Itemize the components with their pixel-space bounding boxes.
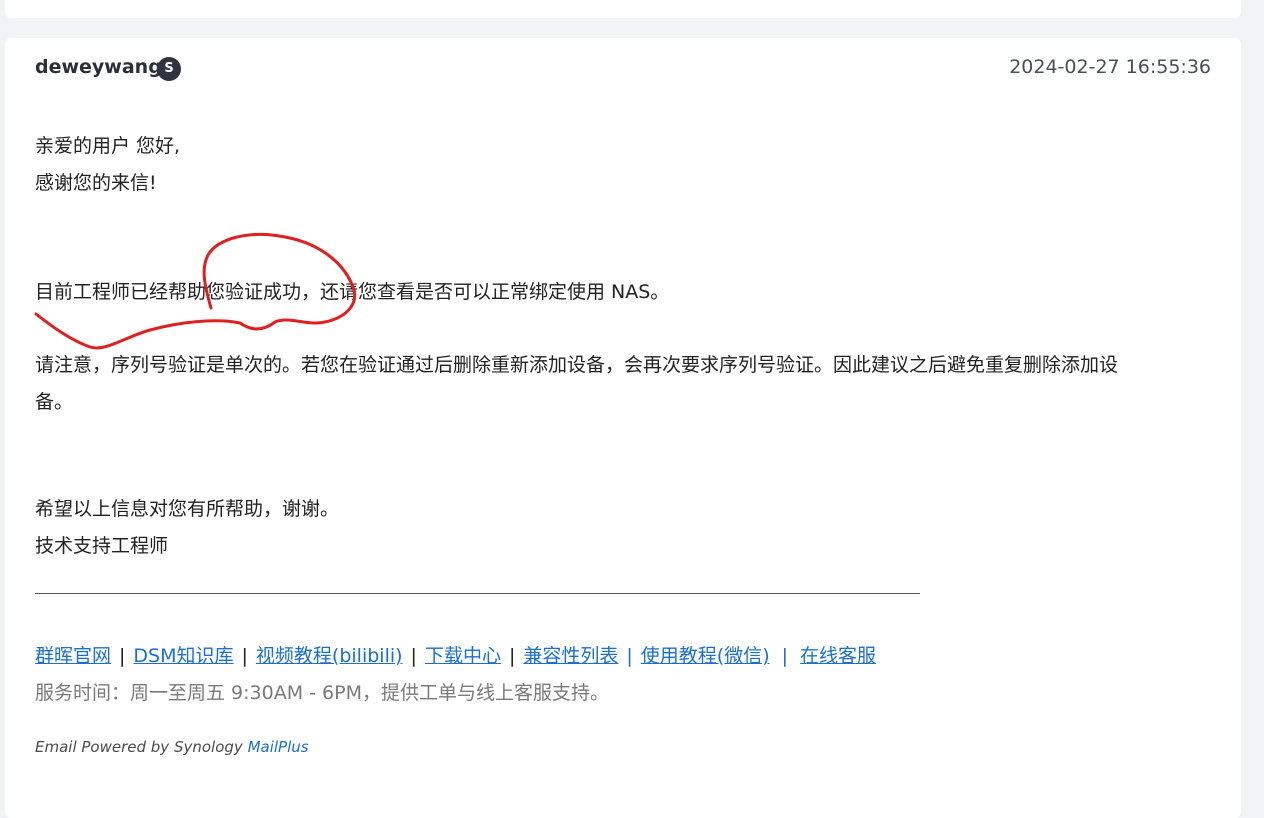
signature-divider <box>35 593 920 594</box>
greeting-text: 亲爱的用户 您好, <box>35 135 181 157</box>
mailplus-link[interactable]: MailPlus <box>248 738 309 756</box>
link-separator: | <box>119 645 126 667</box>
link-online-support[interactable]: 在线客服 <box>800 645 876 667</box>
link-separator: | <box>781 645 789 667</box>
closing-text: 希望以上信息对您有所帮助，谢谢。 <box>35 498 340 520</box>
service-hours-text: 服务时间：周一至周五 9:30AM - 6PM，提供工单与线上客服支持。 <box>35 682 609 704</box>
link-separator: | <box>241 645 248 667</box>
link-separator: | <box>626 645 633 667</box>
notice-text-line1: 请注意，序列号验证是单次的。若您在验证通过后删除重新添加设备，会再次要求序列号验… <box>35 354 1119 376</box>
sender-name: deweywang <box>35 56 162 78</box>
powered-by-text: Email Powered by Synology <box>35 738 248 756</box>
link-synology-site[interactable]: 群晖官网 <box>35 645 111 667</box>
verification-text: 目前工程师已经帮助您验证成功，还请您查看是否可以正常绑定使用 NAS。 <box>35 281 670 303</box>
link-dsm-knowledge[interactable]: DSM知识库 <box>133 645 233 667</box>
notice-text-line2: 备。 <box>35 391 74 413</box>
previous-message-card <box>5 0 1241 18</box>
signature-text: 技术支持工程师 <box>35 535 169 557</box>
link-separator: | <box>508 645 516 667</box>
link-compatibility-list[interactable]: 兼容性列表 <box>523 645 618 667</box>
footer-links: 群晖官网 | DSM知识库 | 视频教程(bilibili) | 下载中心 | 兼容性列表 | 使用… <box>35 638 876 674</box>
message-card: deweywang S 2024-02-27 16:55:36 亲爱的用户 您好… <box>5 38 1241 818</box>
message-header: deweywang S 2024-02-27 16:55:36 <box>35 56 1211 82</box>
message-timestamp: 2024-02-27 16:55:36 <box>1009 56 1211 78</box>
link-video-tutorials[interactable]: 视频教程(bilibili) <box>256 645 403 667</box>
link-download-center[interactable]: 下载中心 <box>425 645 501 667</box>
powered-by-footer: Email Powered by Synology MailPlus <box>35 738 309 756</box>
thanks-text: 感谢您的来信! <box>35 172 157 194</box>
link-wechat-tutorials[interactable]: 使用教程(微信) <box>641 645 770 667</box>
link-separator: | <box>410 645 417 667</box>
sender-badge: S <box>157 57 181 81</box>
